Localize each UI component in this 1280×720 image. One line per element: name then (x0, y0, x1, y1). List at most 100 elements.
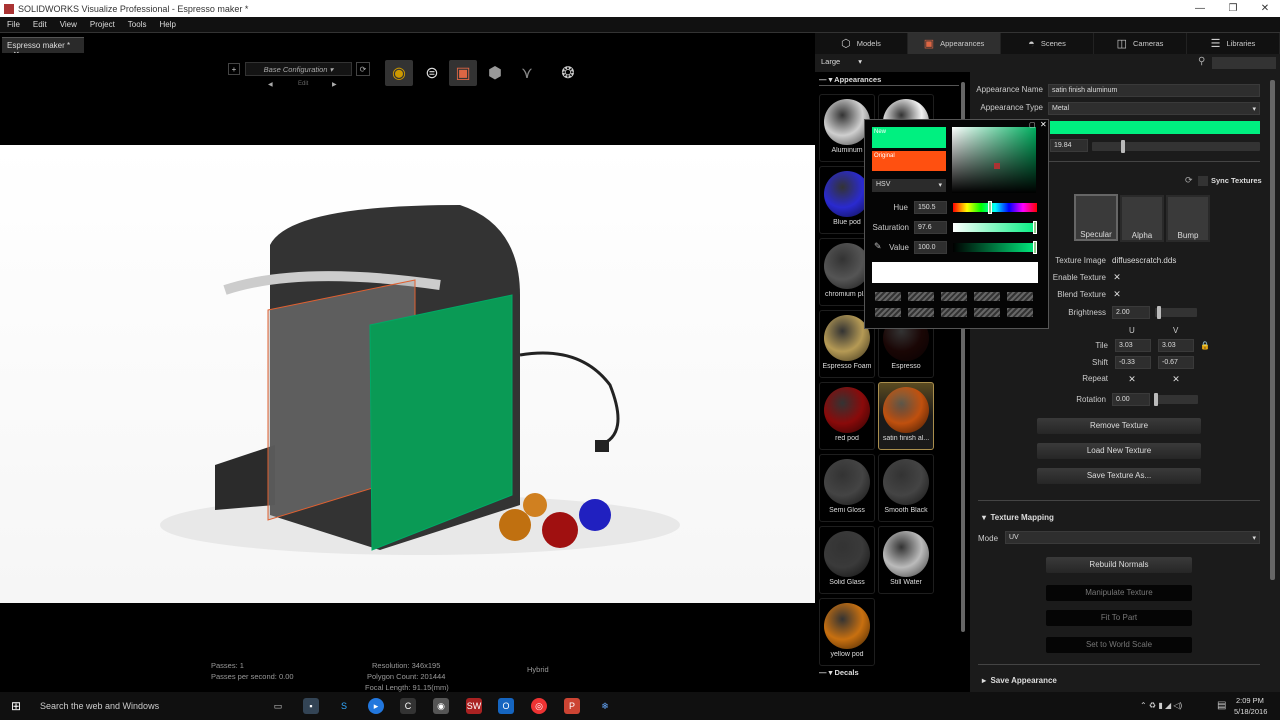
lock-icon[interactable]: 🔒 (1200, 341, 1210, 350)
custom-color-slot[interactable] (875, 308, 901, 317)
slider-thumb[interactable] (1157, 306, 1161, 319)
notifications-icon[interactable]: ▤ (1217, 700, 1226, 711)
turntable-icon[interactable]: ⊜ (418, 60, 446, 86)
solidworks-icon[interactable]: SW (466, 698, 482, 714)
custom-color-slot[interactable] (1007, 292, 1033, 301)
menu-view[interactable]: View (60, 20, 77, 29)
custom-color-slot[interactable] (1007, 308, 1033, 317)
menu-file[interactable]: File (7, 20, 20, 29)
custom-color-slot[interactable] (974, 308, 1000, 317)
decal-tool-icon[interactable]: ⋎ (513, 60, 541, 86)
model-tool-icon[interactable]: ⬢ (481, 60, 509, 86)
video-icon[interactable]: ▸ (368, 698, 384, 714)
texture-slot-specular[interactable]: Specular (1074, 194, 1118, 241)
taskbar-search[interactable]: Search the web and Windows (40, 701, 159, 711)
render-canvas[interactable] (0, 145, 815, 603)
save-appearance-section[interactable]: ▸ Save Appearance (982, 676, 1057, 685)
texture-slot-alpha[interactable]: Alpha (1120, 195, 1164, 242)
saturation-input[interactable]: 97.6 (914, 221, 947, 234)
load-new-texture-button[interactable]: Load New Texture (1037, 443, 1201, 459)
fit-to-part-button[interactable]: Fit To Part (1046, 610, 1192, 626)
maximize-picker-icon[interactable]: ▢ (1029, 121, 1036, 129)
color-swatch[interactable] (1050, 121, 1260, 134)
appearance-swatch[interactable]: red pod (819, 382, 875, 450)
windows-start-icon[interactable]: ⊞ (11, 699, 21, 713)
powerpoint-icon[interactable]: P (564, 698, 580, 714)
tab-models[interactable]: ⬡ Models (815, 33, 908, 54)
add-configuration-button[interactable]: + (228, 63, 240, 75)
menu-tools[interactable]: Tools (128, 20, 147, 29)
value-input[interactable]: 100.0 (914, 241, 947, 254)
environment-icon[interactable]: ◉ (385, 60, 413, 86)
blend-texture-checkbox[interactable]: ✕ (1112, 289, 1122, 299)
task-view-icon[interactable]: ▭ (270, 698, 286, 714)
texture-slot-bump[interactable]: Bump (1166, 195, 1210, 242)
properties-scrollbar[interactable] (1270, 80, 1275, 580)
prev-config-button[interactable]: ◀ (268, 81, 273, 88)
repeat-v-checkbox[interactable]: ✕ (1171, 374, 1181, 384)
restore-button[interactable]: ❐ (1218, 0, 1248, 17)
tab-libraries[interactable]: ☰ Libraries (1187, 33, 1280, 54)
rotation-slider[interactable] (1154, 393, 1198, 406)
custom-color-slot[interactable] (941, 308, 967, 317)
close-button[interactable]: ✕ (1250, 0, 1280, 17)
custom-color-slot[interactable] (908, 292, 934, 301)
slider-thumb[interactable] (1120, 140, 1125, 153)
menu-help[interactable]: Help (159, 20, 175, 29)
appearance-swatch[interactable]: Semi Gloss (819, 454, 875, 522)
hue-input[interactable]: 150.5 (914, 201, 947, 214)
system-tray-icons[interactable]: ⌃ ♻ ▮ ◢ ◁) (1140, 701, 1182, 710)
appearance-type-select[interactable]: Metal ▾ (1048, 102, 1260, 115)
shift-u-input[interactable]: -0.33 (1115, 356, 1151, 369)
rotation-input[interactable]: 0.00 (1112, 393, 1150, 406)
appearances-section-header[interactable]: — ▾ Appearances (819, 75, 959, 86)
tab-cameras[interactable]: ◫ Cameras (1094, 33, 1187, 54)
custom-color-slot[interactable] (941, 292, 967, 301)
saturation-slider[interactable] (953, 221, 1037, 234)
ccleaner-icon[interactable]: C (400, 698, 416, 714)
snowflake-app-icon[interactable]: ❄ (597, 698, 613, 714)
saturation-value-square[interactable] (952, 127, 1036, 193)
visualize-taskbar-icon[interactable]: ◉ (433, 698, 449, 714)
camera-aperture-icon[interactable]: ❂ (554, 60, 582, 86)
tab-appearances[interactable]: ▣ Appearances (908, 33, 1001, 54)
app-icon[interactable]: ▪ (303, 698, 319, 714)
sv-cursor[interactable] (994, 163, 1000, 169)
repeat-u-checkbox[interactable]: ✕ (1127, 374, 1137, 384)
shift-v-input[interactable]: -0.67 (1158, 356, 1194, 369)
tile-v-input[interactable]: 3.03 (1158, 339, 1194, 352)
brightness-input[interactable]: 2.00 (1112, 306, 1150, 319)
sync-textures-checkbox[interactable] (1198, 176, 1208, 186)
slider-thumb[interactable] (1033, 241, 1037, 254)
sync-icon[interactable]: ⟳ (1185, 175, 1193, 186)
roughness-input[interactable]: 19.84 (1050, 139, 1088, 152)
brightness-slider[interactable] (1155, 306, 1197, 319)
appearance-swatch[interactable]: yellow pod (819, 598, 875, 666)
texture-mapping-section[interactable]: ▾ Texture Mapping (982, 513, 1054, 522)
search-input[interactable] (1212, 57, 1276, 69)
rebuild-normals-button[interactable]: Rebuild Normals (1046, 557, 1192, 573)
appearance-name-input[interactable]: satin finish aluminum (1048, 84, 1260, 97)
skype-icon[interactable]: S (336, 698, 352, 714)
slider-thumb[interactable] (1033, 221, 1037, 234)
appearance-swatch[interactable]: Smooth Black (878, 454, 934, 522)
hue-slider[interactable] (953, 201, 1037, 214)
appearance-swatch[interactable]: Solid Glass (819, 526, 875, 594)
save-texture-as-button[interactable]: Save Texture As... (1037, 468, 1201, 484)
search-icon[interactable]: ⚲ (1198, 56, 1205, 67)
tab-scenes[interactable]: ◓ Scenes (1001, 33, 1094, 54)
menu-edit[interactable]: Edit (33, 20, 47, 29)
menu-project[interactable]: Project (90, 20, 115, 29)
refresh-configuration-button[interactable]: ⟳ (356, 62, 370, 76)
decals-section-header[interactable]: — ▾ Decals (819, 668, 959, 677)
custom-color-slot[interactable] (974, 292, 1000, 301)
eyedropper-icon[interactable]: ✎ (874, 241, 882, 252)
set-to-world-scale-button[interactable]: Set to World Scale (1046, 637, 1192, 653)
custom-color-slot[interactable] (908, 308, 934, 317)
color-preview-bar[interactable] (872, 262, 1038, 283)
appearance-swatch[interactable]: Still Water (878, 526, 934, 594)
appearance-tool-icon[interactable]: ▣ (449, 60, 477, 86)
remove-texture-button[interactable]: Remove Texture (1037, 418, 1201, 434)
roughness-slider[interactable] (1092, 140, 1260, 153)
outlook-icon[interactable]: O (498, 698, 514, 714)
